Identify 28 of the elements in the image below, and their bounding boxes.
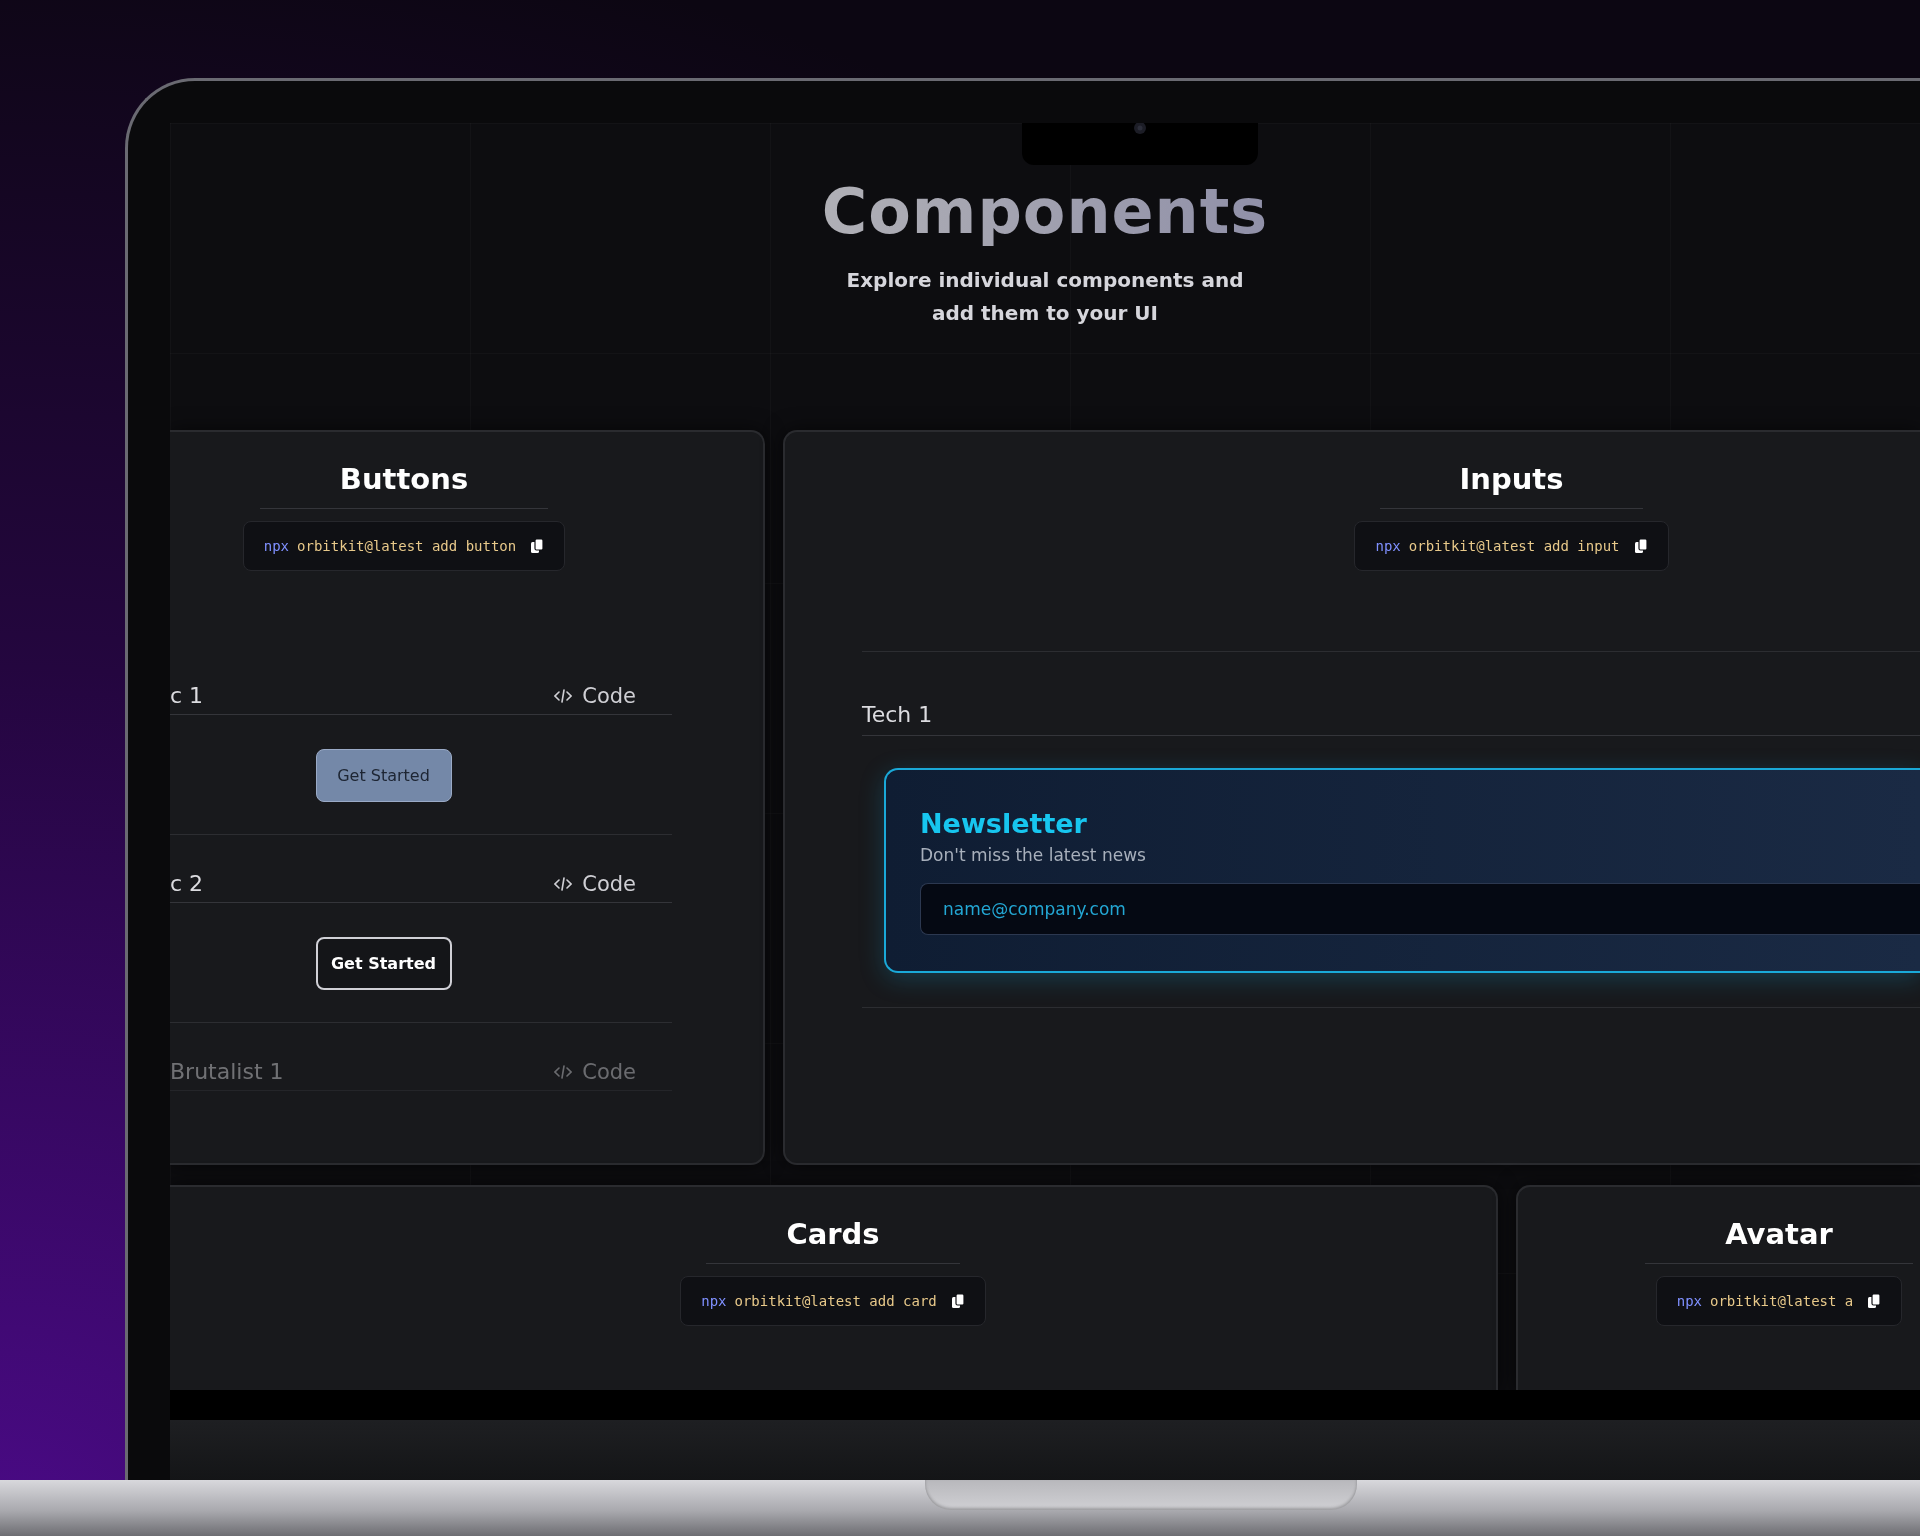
variant-label: Brutalist 1 [170,1059,284,1084]
section-title: Inputs [1379,462,1644,509]
section-title: Avatar [1645,1217,1913,1264]
copy-icon[interactable] [950,1293,965,1309]
page-subtitle: Explore individual components and add them to your UI [846,267,1244,327]
code-icon [554,1063,573,1080]
copy-icon[interactable] [1633,538,1648,554]
section-title: Cards [706,1217,960,1264]
code-icon [554,687,573,704]
code-link[interactable]: Code [554,683,636,708]
command-text: npx orbitkit@latest add input [1375,538,1620,554]
code-link[interactable]: Code [554,871,636,896]
variant-label: Tech 1 [862,702,933,727]
variant-label: c 1 [170,683,204,708]
command-text: npx orbitkit@latest add card [701,1293,937,1309]
command-text: npx orbitkit@latest a [1676,1293,1854,1309]
newsletter-text: Don't miss the latest news [920,845,1147,865]
get-started-button[interactable]: Get Started [315,749,452,802]
code-icon [554,875,573,892]
copy-icon[interactable] [1867,1293,1882,1309]
newsletter-title: Newsletter [920,808,1088,839]
get-started-button[interactable]: Get Started [315,937,452,990]
command-text: npx orbitkit@latest add button [263,538,517,554]
camera-icon [1133,123,1147,135]
email-field[interactable]: name@company.com [920,883,1920,935]
copy-icon[interactable] [530,538,545,554]
variant-label: c 2 [170,871,204,896]
section-title: Buttons [259,462,549,509]
